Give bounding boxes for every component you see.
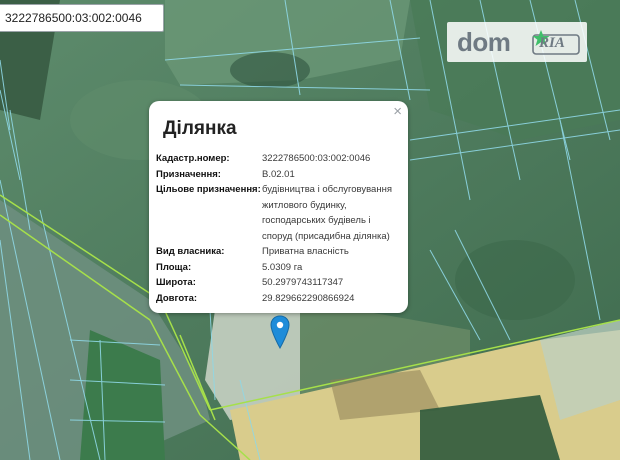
cadastral-search-input[interactable] bbox=[0, 4, 164, 32]
detail-value: 3222786500:03:002:0046 bbox=[262, 153, 371, 164]
detail-row-latitude: Широта: 50.2979743117347 bbox=[156, 275, 402, 291]
detail-value: В.02.01 bbox=[262, 168, 295, 180]
logo-ria-text: RIA bbox=[539, 35, 565, 51]
popup-title: Ділянка bbox=[163, 118, 237, 139]
detail-label: Призначення: bbox=[156, 168, 221, 180]
detail-label: Вид власника: bbox=[156, 246, 225, 257]
detail-value: 50.2979743117347 bbox=[262, 277, 344, 288]
detail-value: Приватна власність bbox=[262, 246, 349, 257]
detail-row-intended-use: Цільове призначення: будівництва і обслу… bbox=[156, 182, 402, 244]
detail-row-longitude: Довгота: 29.829662290866924 bbox=[156, 291, 402, 307]
detail-row-owner-type: Вид власника: Приватна власність bbox=[156, 244, 402, 260]
detail-label: Цільове призначення: bbox=[156, 184, 261, 195]
parcel-info-popup: × Ділянка Кадастр.номер: 3222786500:03:0… bbox=[149, 101, 408, 313]
detail-value: 5.0309 га bbox=[262, 261, 303, 273]
detail-row-cadastral-number: Кадастр.номер: 3222786500:03:002:0046 bbox=[156, 151, 402, 167]
detail-value: 29.829662290866924 bbox=[262, 292, 355, 304]
dom-ria-logo: dom RIA bbox=[447, 22, 587, 62]
detail-label: Кадастр.номер: bbox=[156, 153, 230, 164]
map-pin-icon[interactable] bbox=[270, 315, 290, 349]
detail-label: Довгота: bbox=[156, 292, 198, 304]
detail-label: Площа: bbox=[156, 261, 192, 273]
detail-row-area: Площа: 5.0309 га bbox=[156, 260, 402, 276]
detail-label: Широта: bbox=[156, 277, 196, 288]
detail-row-purpose-code: Призначення: В.02.01 bbox=[156, 167, 402, 183]
logo-dom-text: dom bbox=[457, 27, 511, 57]
parcel-details: Кадастр.номер: 3222786500:03:002:0046 Пр… bbox=[156, 151, 402, 306]
detail-value: будівництва і обслуговування житлового б… bbox=[262, 184, 392, 242]
close-icon[interactable]: × bbox=[393, 103, 402, 121]
